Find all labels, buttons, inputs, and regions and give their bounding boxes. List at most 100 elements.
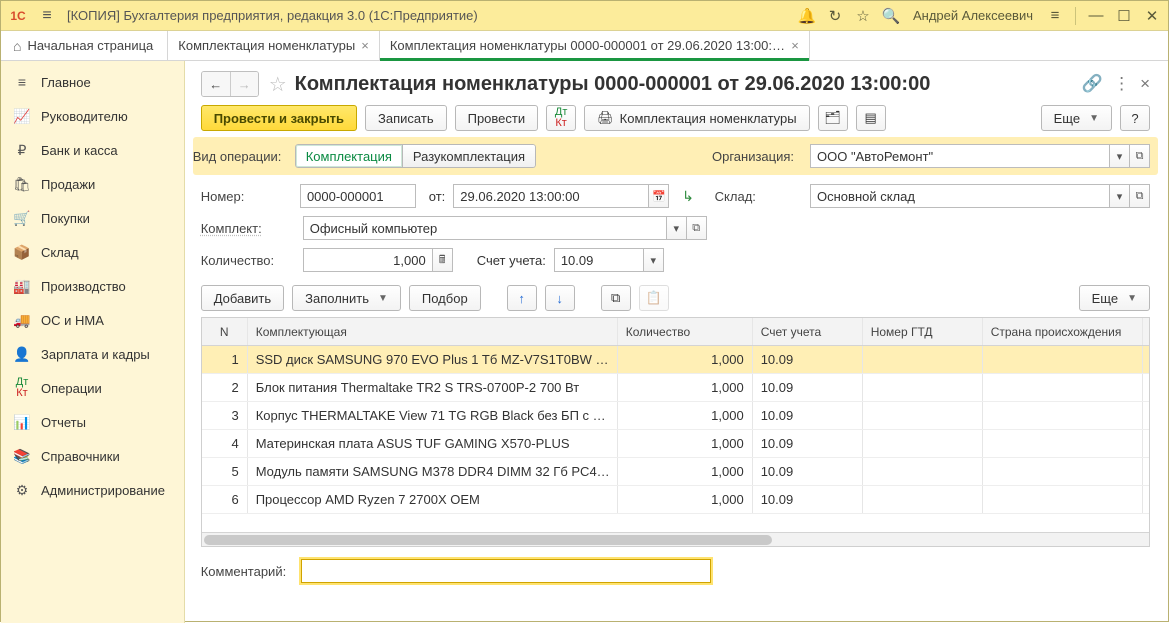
- table-row[interactable]: 4 Материнская плата ASUS TUF GAMING X570…: [202, 430, 1149, 458]
- move-down-button[interactable]: [545, 285, 575, 311]
- qty-calc-button[interactable]: 🖩: [433, 248, 453, 272]
- qty-input[interactable]: [303, 248, 433, 272]
- row-qty: Количество: 🖩 Счет учета: ▾: [201, 247, 1150, 273]
- table-row[interactable]: 3 Корпус THERMALTAKE View 71 TG RGB Blac…: [202, 402, 1149, 430]
- app-logo: 1C: [5, 6, 31, 26]
- kit-open-button[interactable]: ⧉: [687, 216, 707, 240]
- print-menu-button[interactable]: Комплектация номенклатуры: [584, 105, 810, 131]
- kit-dropdown-button[interactable]: ▾: [667, 216, 687, 240]
- nav-forward-button[interactable]: →: [230, 72, 258, 96]
- settings-icon[interactable]: ≡: [1043, 4, 1067, 28]
- sidebar-item-payroll[interactable]: 👤Зарплата и кадры: [1, 337, 184, 371]
- star-icon[interactable]: ☆: [851, 4, 875, 28]
- col-n[interactable]: N: [202, 318, 248, 345]
- report-icon: 📊: [13, 413, 31, 431]
- bell-icon[interactable]: 🔔: [795, 4, 819, 28]
- operation-label: Вид операции:: [193, 149, 287, 164]
- sidebar-item-production[interactable]: 🏭Производство: [1, 269, 184, 303]
- bag-icon: 🛍: [13, 175, 31, 193]
- title-bar: 1C ≡ [КОПИЯ] Бухгалтерия предприятия, ре…: [1, 1, 1168, 31]
- dtkt-icon: ДтКт: [13, 379, 31, 397]
- acct-dropdown-button[interactable]: ▾: [644, 248, 664, 272]
- col-component[interactable]: Комплектующая: [248, 318, 618, 345]
- current-user[interactable]: Андрей Алексеевич: [907, 8, 1039, 23]
- tab-0[interactable]: Комплектация номенклатуры ×: [168, 31, 380, 60]
- main-menu-icon[interactable]: ≡: [35, 4, 59, 28]
- sidebar-item-reports[interactable]: 📊Отчеты: [1, 405, 184, 439]
- post-button[interactable]: Провести: [455, 105, 539, 131]
- table-toolbar: Добавить Заполнить▼ Подбор 📋 Еще▼: [201, 285, 1150, 311]
- sidebar-item-assets[interactable]: 🚚ОС и НМА: [1, 303, 184, 337]
- table-more-button[interactable]: Еще▼: [1079, 285, 1150, 311]
- close-icon[interactable]: ×: [361, 38, 369, 53]
- table-hscroll[interactable]: [202, 532, 1149, 546]
- search-icon[interactable]: 🔍: [879, 4, 903, 28]
- sidebar-item-bank[interactable]: ₽Банк и касса: [1, 133, 184, 167]
- close-icon[interactable]: ×: [791, 38, 799, 53]
- pick-button[interactable]: Подбор: [409, 285, 481, 311]
- link-icon[interactable]: 🔗: [1082, 74, 1103, 94]
- store-dropdown-button[interactable]: ▾: [1110, 184, 1130, 208]
- row-kit: Комплект: ▾ ⧉: [201, 215, 1150, 241]
- more-menu-icon[interactable]: ⋮: [1113, 74, 1130, 94]
- post-and-close-button[interactable]: Провести и закрыть: [201, 105, 357, 131]
- col-qty[interactable]: Количество: [618, 318, 753, 345]
- tab-1[interactable]: Комплектация номенклатуры 0000-000001 от…: [380, 31, 810, 60]
- date-input[interactable]: [453, 184, 649, 208]
- col-gtd[interactable]: Номер ГТД: [863, 318, 983, 345]
- table-header: N Комплектующая Количество Счет учета Но…: [202, 318, 1149, 346]
- posted-icon[interactable]: ↳: [677, 185, 698, 207]
- kit-input[interactable]: [303, 216, 667, 240]
- sidebar-item-main[interactable]: ≡Главное: [1, 65, 184, 99]
- calendar-icon[interactable]: 📅: [649, 184, 669, 208]
- doc-header: ← → ☆ Комплектация номенклатуры 0000-000…: [201, 71, 1150, 97]
- move-up-button[interactable]: [507, 285, 537, 311]
- store-open-button[interactable]: ⧉: [1130, 184, 1150, 208]
- close-window-button[interactable]: ✕: [1140, 4, 1164, 28]
- sidebar-item-operations[interactable]: ДтКтОперации: [1, 371, 184, 405]
- store-input[interactable]: [810, 184, 1110, 208]
- sidebar-item-sales[interactable]: 🛍Продажи: [1, 167, 184, 201]
- favorite-icon[interactable]: ☆: [269, 72, 287, 97]
- close-doc-button[interactable]: ×: [1140, 74, 1150, 94]
- home-tab[interactable]: ⌂ Начальная страница: [1, 31, 168, 60]
- printer-icon: [597, 110, 614, 126]
- home-icon: ⌂: [13, 38, 21, 54]
- org-dropdown-button[interactable]: ▾: [1110, 144, 1130, 168]
- dtkt-button[interactable]: ДтКт: [546, 105, 576, 131]
- table-row[interactable]: 6 Процессор AMD Ryzen 7 2700X OEM 1,000 …: [202, 486, 1149, 514]
- more-button[interactable]: Еще▼: [1041, 105, 1112, 131]
- nav-back-button[interactable]: ←: [202, 72, 230, 96]
- history-icon[interactable]: ↻: [823, 4, 847, 28]
- sidebar-item-purchases[interactable]: 🛒Покупки: [1, 201, 184, 235]
- org-input[interactable]: [810, 144, 1110, 168]
- acct-input[interactable]: [554, 248, 644, 272]
- table-body[interactable]: 1 SSD диск SAMSUNG 970 EVO Plus 1 Tб MZ-…: [202, 346, 1149, 532]
- copy-rows-button[interactable]: [601, 285, 631, 311]
- sidebar-item-stock[interactable]: 📦Склад: [1, 235, 184, 269]
- add-row-button[interactable]: Добавить: [201, 285, 284, 311]
- minimize-button[interactable]: —: [1084, 4, 1108, 28]
- from-label: от:: [424, 189, 445, 204]
- table-row[interactable]: 2 Блок питания Thermaltake TR2 S TRS-070…: [202, 374, 1149, 402]
- comment-input[interactable]: [301, 559, 711, 583]
- nav-box: ← →: [201, 71, 259, 97]
- op-assemble-button[interactable]: Комплектация: [295, 144, 403, 168]
- sidebar-item-manager[interactable]: 📈Руководителю: [1, 99, 184, 133]
- fill-button[interactable]: Заполнить▼: [292, 285, 401, 311]
- structure-button[interactable]: ▤: [856, 105, 886, 131]
- sidebar-item-references[interactable]: 📚Справочники: [1, 439, 184, 473]
- org-open-button[interactable]: ⧉: [1130, 144, 1150, 168]
- number-input[interactable]: [300, 184, 416, 208]
- related-docs-button[interactable]: 🗂: [818, 105, 848, 131]
- col-country[interactable]: Страна происхождения: [983, 318, 1143, 345]
- maximize-button[interactable]: ☐: [1112, 4, 1136, 28]
- paste-rows-button[interactable]: 📋: [639, 285, 669, 311]
- col-acct[interactable]: Счет учета: [753, 318, 863, 345]
- help-button[interactable]: ?: [1120, 105, 1150, 131]
- table-row[interactable]: 5 Модуль памяти SAMSUNG M378 DDR4 DIMM 3…: [202, 458, 1149, 486]
- table-row[interactable]: 1 SSD диск SAMSUNG 970 EVO Plus 1 Tб MZ-…: [202, 346, 1149, 374]
- write-button[interactable]: Записать: [365, 105, 447, 131]
- op-disassemble-button[interactable]: Разукомплектация: [403, 144, 536, 168]
- sidebar-item-admin[interactable]: ⚙Администрирование: [1, 473, 184, 507]
